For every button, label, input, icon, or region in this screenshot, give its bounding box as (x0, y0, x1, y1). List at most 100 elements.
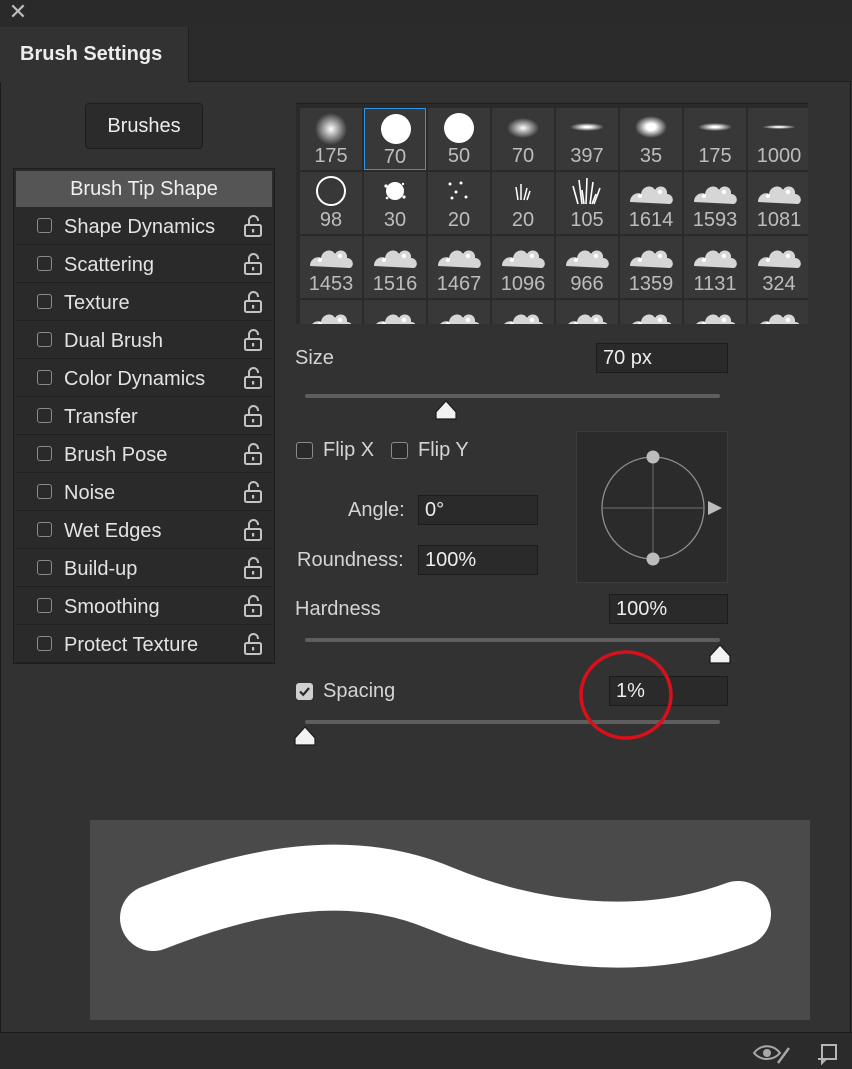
option-shape-dynamics[interactable]: Shape Dynamics (16, 209, 272, 245)
option-brush-tip-shape[interactable]: Brush Tip Shape (16, 171, 272, 207)
unlock-icon[interactable] (242, 404, 264, 428)
option-texture[interactable]: Texture (16, 285, 272, 321)
option-dual-brush[interactable]: Dual Brush (16, 323, 272, 359)
flip-y-checkbox[interactable] (391, 442, 408, 459)
option-wet-edges[interactable]: Wet Edges (16, 513, 272, 549)
option-scattering[interactable]: Scattering (16, 247, 272, 283)
option-checkbox[interactable] (37, 446, 52, 461)
brush-preset[interactable]: 1516 (364, 236, 426, 298)
angle-input[interactable]: 0° (418, 495, 538, 525)
brush-preset[interactable]: 20 (492, 172, 554, 234)
unlock-icon[interactable] (242, 480, 264, 504)
preset-size: 1081 (756, 209, 802, 231)
brush-preset[interactable]: 70 (492, 108, 554, 170)
option-smoothing[interactable]: Smoothing (16, 589, 272, 625)
brush-preset[interactable]: 175 (300, 108, 362, 170)
option-checkbox[interactable] (37, 408, 52, 423)
brushes-button[interactable]: Brushes (85, 103, 203, 149)
brush-preset[interactable] (684, 300, 746, 324)
brush-preset[interactable]: 1359 (620, 236, 682, 298)
spacing-slider-handle[interactable] (293, 725, 317, 747)
unlock-icon[interactable] (242, 632, 264, 656)
brush-preset[interactable]: 175 (684, 108, 746, 170)
option-build-up[interactable]: Build-up (16, 551, 272, 587)
brush-preset[interactable]: 1000 (748, 108, 808, 170)
roundness-input[interactable]: 100% (418, 545, 538, 575)
unlock-icon[interactable] (242, 366, 264, 390)
option-transfer[interactable]: Transfer (16, 399, 272, 435)
preset-size: 175 (314, 145, 348, 167)
option-checkbox[interactable] (37, 332, 52, 347)
brush-preset[interactable]: 35 (620, 108, 682, 170)
option-checkbox[interactable] (37, 636, 52, 651)
tab-brush-settings[interactable]: Brush Settings (0, 27, 189, 82)
preset-size: 50 (447, 145, 471, 167)
size-slider-track[interactable] (305, 394, 720, 398)
close-icon[interactable]: ✕ (8, 1, 28, 23)
brush-preset[interactable]: 1467 (428, 236, 490, 298)
brush-tip-grass-small-icon (515, 184, 531, 201)
option-checkbox[interactable] (37, 218, 52, 233)
brush-preset[interactable]: 50 (428, 108, 490, 170)
option-protect-texture[interactable]: Protect Texture (16, 627, 272, 663)
brush-tip-cloud-icon (694, 186, 737, 204)
hardness-slider-track[interactable] (305, 638, 720, 642)
unlock-icon[interactable] (242, 328, 264, 352)
brush-preset[interactable]: 1614 (620, 172, 682, 234)
brush-preset[interactable]: 30 (364, 172, 426, 234)
option-checkbox[interactable] (37, 484, 52, 499)
hardness-slider-handle[interactable] (708, 643, 732, 665)
highlight-circle (579, 650, 673, 740)
brush-preset[interactable]: 70 (364, 108, 426, 170)
brush-preset[interactable]: 397 (556, 108, 618, 170)
option-checkbox[interactable] (37, 522, 52, 537)
brush-preset[interactable]: 966 (556, 236, 618, 298)
unlock-icon[interactable] (242, 442, 264, 466)
option-color-dynamics[interactable]: Color Dynamics (16, 361, 272, 397)
brush-preset[interactable]: 105 (556, 172, 618, 234)
brush-preset[interactable] (428, 300, 490, 324)
brush-preset[interactable]: 324 (748, 236, 808, 298)
brush-preset[interactable] (300, 300, 362, 324)
option-checkbox[interactable] (37, 598, 52, 613)
brush-preset[interactable]: 1081 (748, 172, 808, 234)
brush-preset[interactable]: 20 (428, 172, 490, 234)
option-noise[interactable]: Noise (16, 475, 272, 511)
brush-preset[interactable] (364, 300, 426, 324)
brush-preset[interactable]: 1593 (684, 172, 746, 234)
angle-roundness-widget[interactable] (576, 431, 728, 583)
unlock-icon[interactable] (242, 290, 264, 314)
brush-preset[interactable]: 98 (300, 172, 362, 234)
option-checkbox[interactable] (37, 560, 52, 575)
brush-preset[interactable]: 1453 (300, 236, 362, 298)
eye-brush-icon[interactable] (752, 1041, 792, 1065)
option-checkbox[interactable] (37, 256, 52, 271)
option-checkbox[interactable] (37, 294, 52, 309)
brush-preset[interactable] (556, 300, 618, 324)
flip-x-checkbox[interactable] (296, 442, 313, 459)
preset-size: 175 (698, 145, 732, 167)
unlock-icon[interactable] (242, 594, 264, 618)
unlock-icon[interactable] (242, 518, 264, 542)
brush-preset[interactable]: 1096 (492, 236, 554, 298)
angle-label: Angle: (348, 499, 405, 521)
preset-size: 1593 (692, 209, 738, 231)
new-preset-icon[interactable] (816, 1042, 840, 1066)
option-label: Color Dynamics (64, 368, 206, 390)
brush-preset[interactable]: 1131 (684, 236, 746, 298)
unlock-icon[interactable] (242, 556, 264, 580)
hardness-input[interactable]: 100% (609, 594, 728, 624)
unlock-icon[interactable] (242, 214, 264, 238)
brush-preset[interactable] (748, 300, 808, 324)
preset-size: 1000 (756, 145, 802, 167)
option-checkbox[interactable] (37, 370, 52, 385)
size-slider-handle[interactable] (434, 399, 458, 421)
option-label: Texture (64, 292, 130, 314)
spacing-checkbox[interactable] (296, 683, 313, 700)
brush-preset[interactable] (620, 300, 682, 324)
option-brush-pose[interactable]: Brush Pose (16, 437, 272, 473)
unlock-icon[interactable] (242, 252, 264, 276)
preset-size: 1467 (436, 273, 482, 295)
brush-preset[interactable] (492, 300, 554, 324)
size-input[interactable]: 70 px (596, 343, 728, 373)
